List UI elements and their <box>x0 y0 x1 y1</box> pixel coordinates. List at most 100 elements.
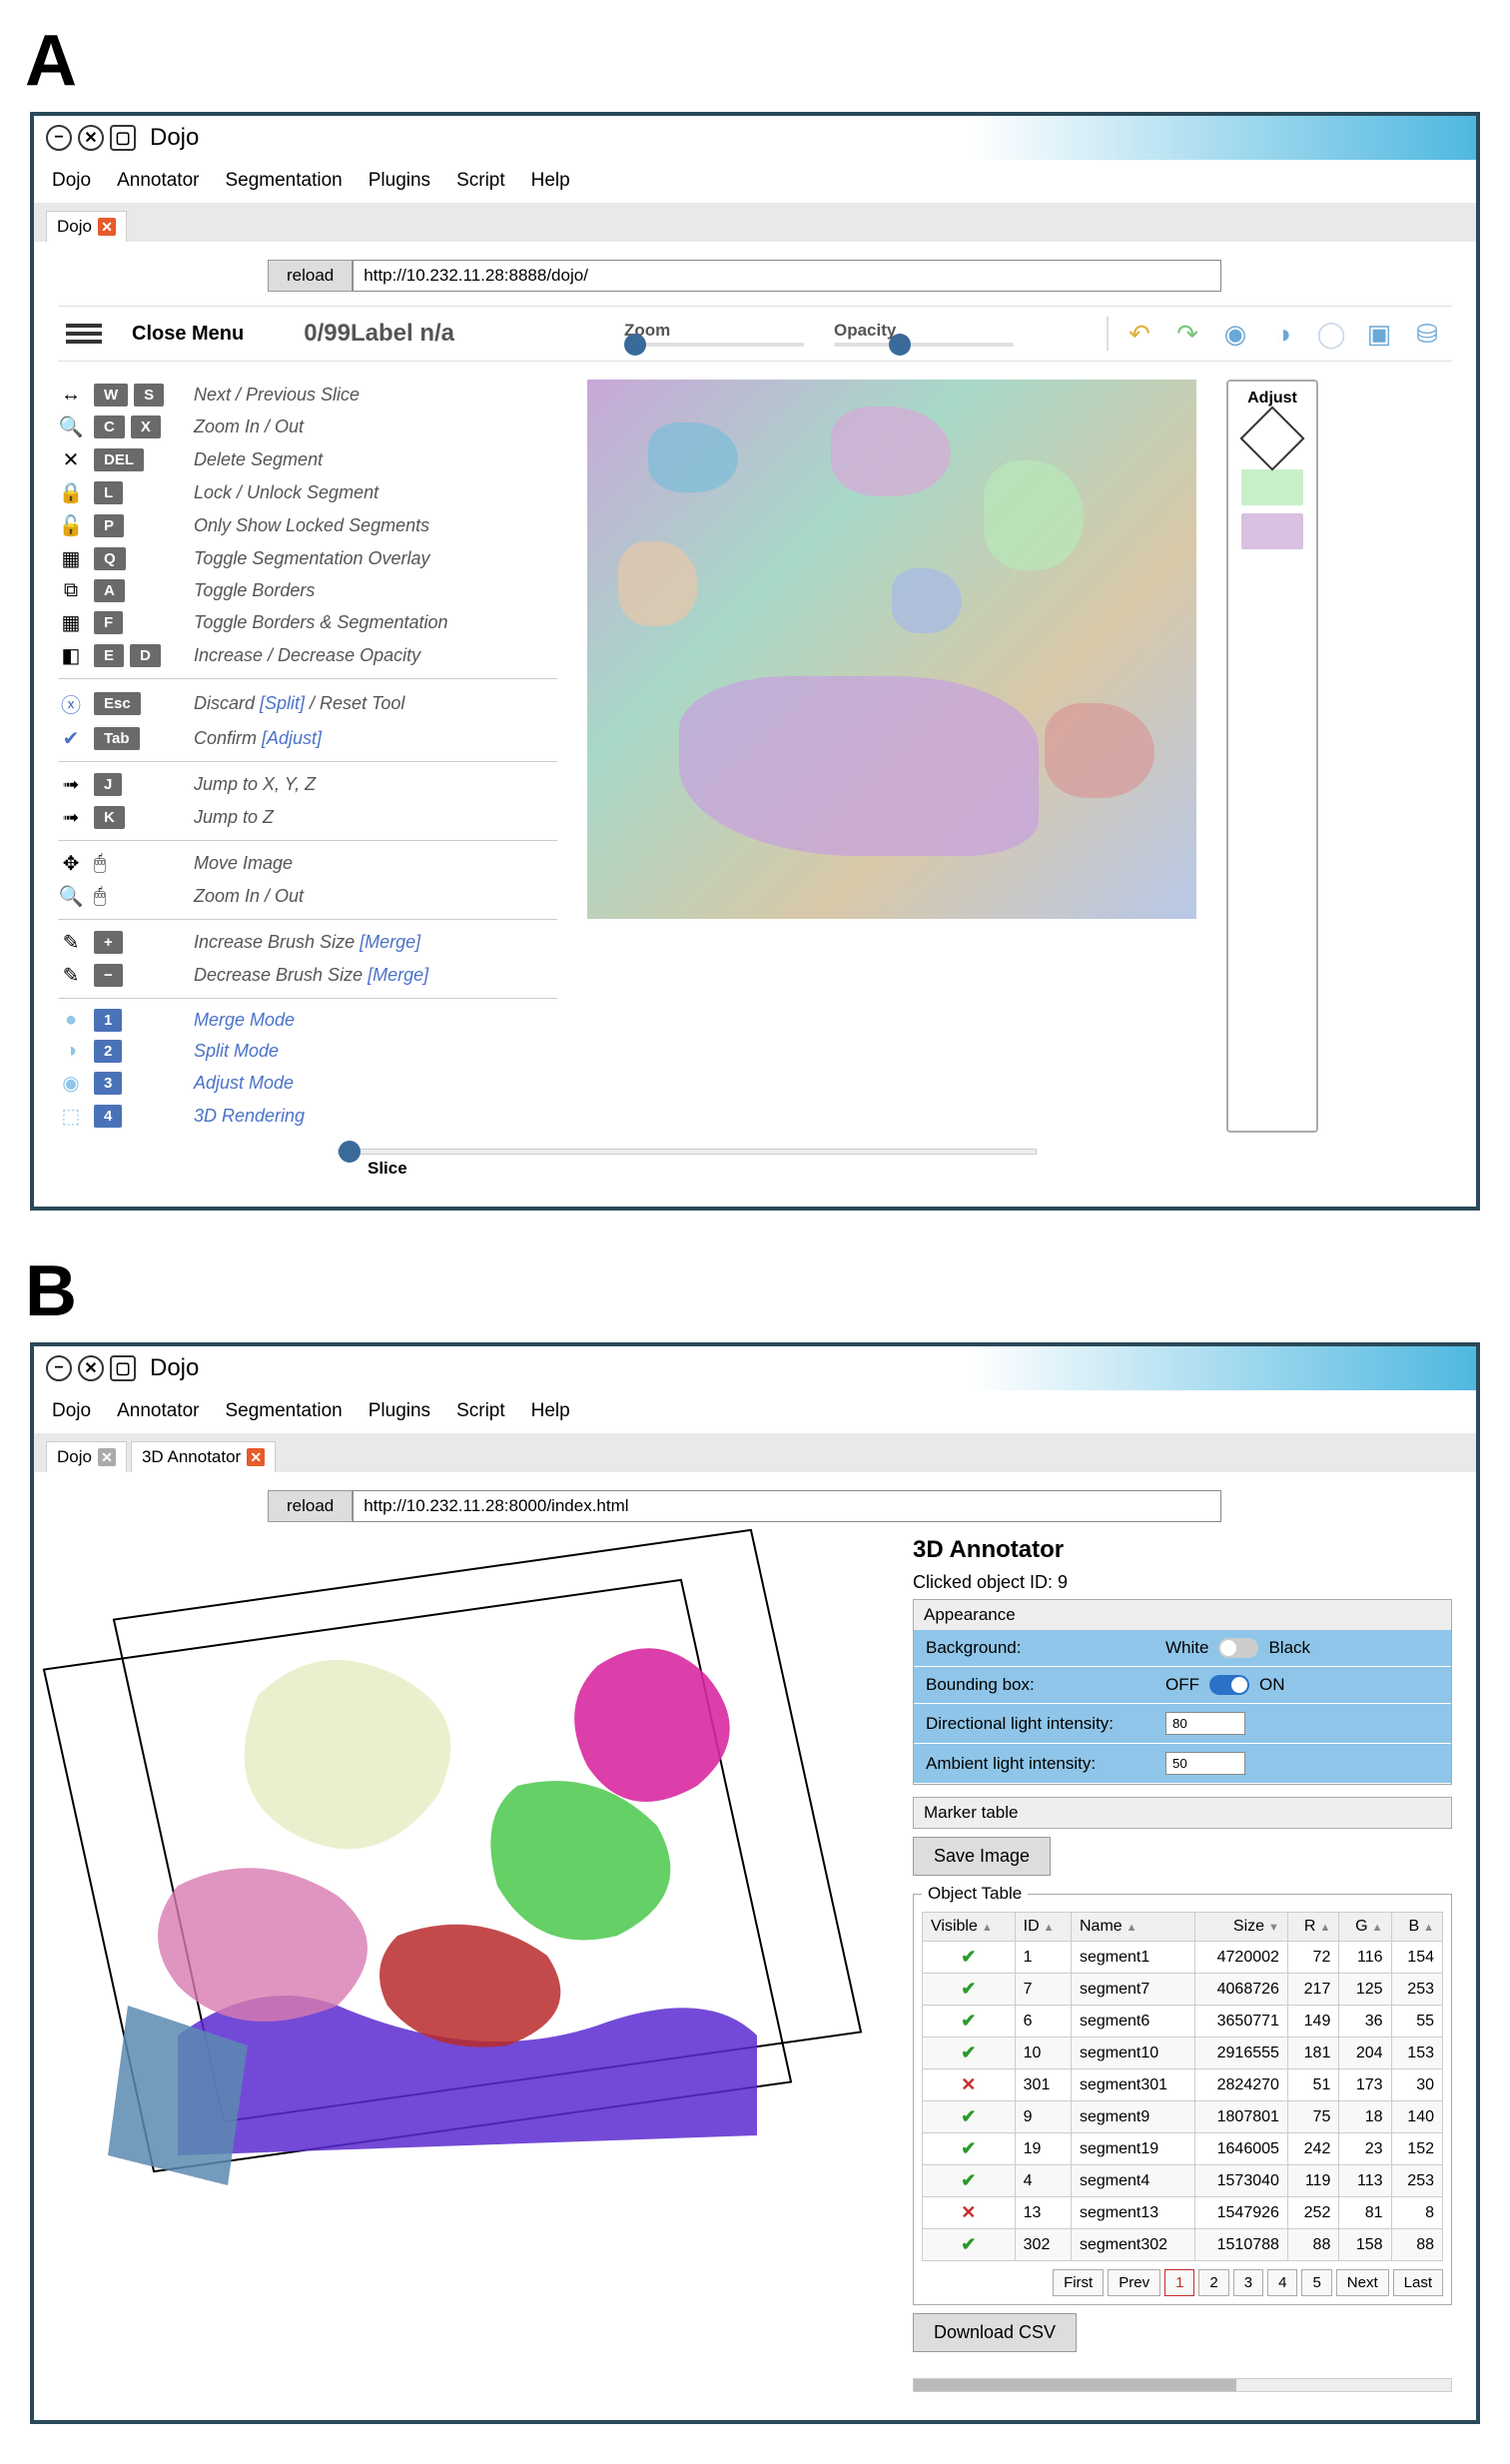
table-cell: 301 <box>1015 2069 1071 2101</box>
tab-close-icon[interactable]: ✕ <box>98 1448 116 1466</box>
column-header[interactable]: Size▼ <box>1194 1913 1287 1942</box>
table-cell: segment6 <box>1071 2006 1194 2038</box>
table-cell: segment4 <box>1071 2165 1194 2197</box>
minimize-icon[interactable]: − <box>46 125 72 151</box>
on-option: ON <box>1259 1675 1285 1695</box>
tab-close-icon[interactable]: ✕ <box>247 1448 265 1466</box>
table-row[interactable]: ✕301segment30128242705117330 <box>923 2069 1443 2101</box>
window-title: Dojo <box>150 124 199 152</box>
column-header[interactable]: R▲ <box>1287 1913 1338 1942</box>
background-toggle[interactable] <box>1218 1638 1258 1658</box>
shortcut-icon: ● <box>58 1009 84 1032</box>
column-header[interactable]: G▲ <box>1339 1913 1391 1942</box>
table-row[interactable]: ✔6segment636507711493655 <box>923 2006 1443 2038</box>
3d-render-viewport[interactable] <box>58 1536 893 2255</box>
merge-icon[interactable]: ◉ <box>1218 317 1252 351</box>
pager-last[interactable]: Last <box>1393 2269 1443 2296</box>
url-input[interactable] <box>353 1490 1221 1522</box>
undo-icon[interactable]: ↶ <box>1123 317 1156 351</box>
marker-table-header[interactable]: Marker table <box>913 1797 1452 1829</box>
key-badge: J <box>94 773 122 796</box>
tab[interactable]: Dojo✕ <box>46 1441 127 1472</box>
save-image-button[interactable]: Save Image <box>913 1837 1051 1876</box>
menu-segmentation[interactable]: Segmentation <box>225 1400 342 1422</box>
menu-dojo[interactable]: Dojo <box>52 170 91 192</box>
amb-light-input[interactable] <box>1165 1752 1245 1775</box>
opacity-slider[interactable] <box>834 343 1014 347</box>
maximize-icon[interactable]: ▢ <box>110 1355 136 1381</box>
pager-page[interactable]: 3 <box>1233 2269 1263 2296</box>
tab-close-icon[interactable]: ✕ <box>98 218 116 236</box>
menu-plugins[interactable]: Plugins <box>369 170 430 192</box>
reload-button[interactable]: reload <box>268 260 353 292</box>
segmentation-viewport[interactable] <box>587 380 1196 919</box>
menu-annotator[interactable]: Annotator <box>117 170 199 192</box>
menu-dojo[interactable]: Dojo <box>52 1400 91 1422</box>
color-swatch-1[interactable] <box>1241 469 1303 505</box>
url-input[interactable] <box>353 260 1221 292</box>
table-row[interactable]: ✔10segment102916555181204153 <box>923 2038 1443 2069</box>
pager-page[interactable]: 1 <box>1164 2269 1194 2296</box>
dir-light-input[interactable] <box>1165 1712 1245 1735</box>
tab-label: 3D Annotator <box>142 1447 241 1467</box>
menu-script[interactable]: Script <box>456 170 505 192</box>
eraser-icon[interactable] <box>1239 406 1304 470</box>
cube-3d-icon[interactable]: ▣ <box>1362 317 1396 351</box>
minimize-icon[interactable]: − <box>46 1355 72 1381</box>
adjust-icon[interactable]: ◯ <box>1314 317 1348 351</box>
color-swatch-2[interactable] <box>1241 513 1303 549</box>
table-cell: 217 <box>1287 1974 1338 2006</box>
column-header[interactable]: Visible▲ <box>923 1913 1016 1942</box>
pager-prev[interactable]: Prev <box>1108 2269 1160 2296</box>
close-menu-label[interactable]: Close Menu <box>132 323 244 346</box>
menu-plugins[interactable]: Plugins <box>369 1400 430 1422</box>
tab[interactable]: 3D Annotator ✕ <box>131 1441 276 1472</box>
close-icon[interactable]: ✕ <box>78 1355 104 1381</box>
reload-button[interactable]: reload <box>268 1490 353 1522</box>
object-table-title: Object Table <box>922 1884 1028 1904</box>
pager-first[interactable]: First <box>1053 2269 1104 2296</box>
table-cell: 140 <box>1391 2101 1442 2133</box>
menu-annotator[interactable]: Annotator <box>117 1400 199 1422</box>
menu-help[interactable]: Help <box>531 1400 570 1422</box>
key-badge: 1 <box>94 1009 122 1032</box>
slice-slider[interactable] <box>338 1149 1037 1155</box>
table-cell: 10 <box>1015 2038 1071 2069</box>
table-row[interactable]: ✔302segment30215107888815888 <box>923 2229 1443 2261</box>
off-option: OFF <box>1165 1675 1199 1695</box>
zoom-slider[interactable] <box>624 343 804 347</box>
pager-next[interactable]: Next <box>1336 2269 1389 2296</box>
close-icon[interactable]: ✕ <box>78 125 104 151</box>
horizontal-scrollbar[interactable] <box>913 2378 1452 2392</box>
bbox-toggle[interactable] <box>1209 1675 1249 1695</box>
slice-label: Slice <box>368 1159 1452 1179</box>
download-csv-button[interactable]: Download CSV <box>913 2313 1077 2352</box>
column-header[interactable]: Name▲ <box>1071 1913 1194 1942</box>
table-cell: segment19 <box>1071 2133 1194 2165</box>
table-cell: ✔ <box>923 2229 1016 2261</box>
menu-script[interactable]: Script <box>456 1400 505 1422</box>
database-icon[interactable]: ⛁ <box>1410 317 1444 351</box>
shortcut-desc: Toggle Borders <box>194 580 557 601</box>
pager-page[interactable]: 5 <box>1301 2269 1331 2296</box>
pager-page[interactable]: 2 <box>1198 2269 1228 2296</box>
table-cell: 3650771 <box>1194 2006 1287 2038</box>
redo-icon[interactable]: ↷ <box>1170 317 1204 351</box>
table-row[interactable]: ✕13segment131547926252818 <box>923 2197 1443 2229</box>
table-row[interactable]: ✔19segment19164600524223152 <box>923 2133 1443 2165</box>
table-row[interactable]: ✔9segment918078017518140 <box>923 2101 1443 2133</box>
table-cell: ✕ <box>923 2197 1016 2229</box>
column-header[interactable]: B▲ <box>1391 1913 1442 1942</box>
appearance-header[interactable]: Appearance <box>914 1600 1451 1630</box>
split-icon[interactable]: ◑ <box>1266 317 1300 351</box>
menu-icon[interactable] <box>66 324 102 344</box>
pager-page[interactable]: 4 <box>1267 2269 1297 2296</box>
menu-segmentation[interactable]: Segmentation <box>225 170 342 192</box>
table-row[interactable]: ✔1segment1472000272116154 <box>923 1942 1443 1974</box>
table-row[interactable]: ✔7segment74068726217125253 <box>923 1974 1443 2006</box>
column-header[interactable]: ID▲ <box>1015 1913 1071 1942</box>
table-row[interactable]: ✔4segment41573040119113253 <box>923 2165 1443 2197</box>
menu-help[interactable]: Help <box>531 170 570 192</box>
tab-dojo[interactable]: Dojo ✕ <box>46 211 127 242</box>
maximize-icon[interactable]: ▢ <box>110 125 136 151</box>
